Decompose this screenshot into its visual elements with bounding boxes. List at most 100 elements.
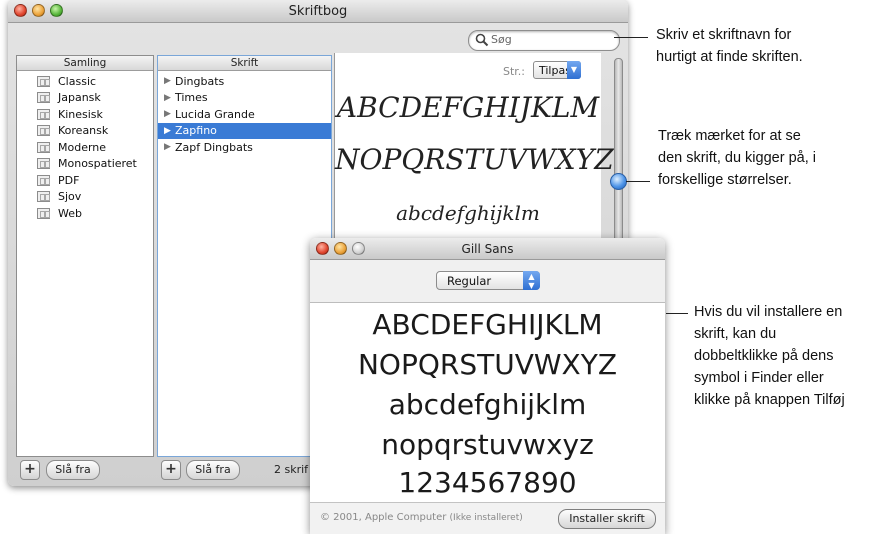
font-label: Zapfino: [175, 124, 217, 138]
preview-line: ABCDEFGHIJKLM: [336, 91, 600, 124]
callout-line: Hvis du vil installere en: [694, 304, 843, 320]
disclosure-triangle-icon[interactable]: ▶: [164, 76, 175, 86]
collection-item[interactable]: Moderne: [17, 139, 153, 156]
collection-item[interactable]: Sjov: [17, 189, 153, 206]
callout-leader-search: [614, 37, 648, 38]
font-list: ▶ Dingbats ▶ Times ▶ Lucida Grande ▶ Zapfino ▶ Za…: [158, 73, 331, 156]
book-icon: [37, 125, 50, 137]
book-icon: [37, 207, 50, 219]
collection-item[interactable]: PDF: [17, 172, 153, 189]
disclosure-triangle-icon[interactable]: ▶: [164, 126, 175, 136]
collection-label: Web: [58, 206, 82, 220]
popup-arrow-icon: ▼: [567, 61, 581, 79]
font-preview-window: Gill Sans Regular ▲ ▼ ABCDEFGHIJKLM NOPQR…: [310, 238, 665, 534]
title-bar[interactable]: Skriftbog: [8, 0, 628, 23]
book-icon: [37, 92, 50, 104]
collection-item[interactable]: Classic: [17, 73, 153, 90]
size-popup[interactable]: Tilpas ▼: [533, 61, 581, 79]
callout-line: symbol i Finder eller: [694, 370, 824, 386]
font-item[interactable]: ▶ Zapf Dingbats: [158, 139, 331, 156]
font-column-header[interactable]: Skrift: [158, 56, 331, 71]
preview-line: abcdefghijklm: [396, 201, 540, 225]
disclosure-triangle-icon[interactable]: ▶: [164, 93, 175, 103]
collection-label: Japansk: [58, 91, 101, 105]
font-item[interactable]: ▶ Times: [158, 90, 331, 107]
collection-label: Kinesisk: [58, 107, 103, 121]
window-title: Skriftbog: [288, 4, 348, 19]
collection-column-header[interactable]: Samling: [17, 56, 153, 71]
search-field[interactable]: Søg: [468, 30, 620, 51]
book-icon: [37, 75, 50, 87]
toolbar: Søg: [8, 23, 628, 53]
disable-font-button[interactable]: Slå fra: [186, 460, 240, 480]
sample-line: nopqrstuvwxyz: [381, 428, 594, 461]
font-pane: Skrift ▶ Dingbats ▶ Times ▶ Lucida Grande ▶ Zap…: [157, 55, 332, 457]
preview-line: NOPQRSTUVWXYZ: [335, 143, 614, 176]
callout-leader-install: [666, 313, 688, 314]
preview-pane: Str.: Tilpas ▼ ABCDEFGHIJKLM NOPQRSTUVWX…: [334, 53, 614, 243]
sample-line: abcdefghijklm: [388, 388, 587, 421]
book-icon: [37, 141, 50, 153]
book-icon: [37, 158, 50, 170]
search-icon: [475, 33, 489, 47]
font-window-footer: © 2001, Apple Computer (Ikke installeret…: [310, 502, 665, 534]
sample-line: ABCDEFGHIJKLM: [372, 308, 603, 341]
disclosure-triangle-icon[interactable]: ▶: [164, 109, 175, 119]
font-item[interactable]: ▶ Dingbats: [158, 73, 331, 90]
style-popup[interactable]: Regular ▲ ▼: [436, 271, 540, 290]
collection-item[interactable]: Koreansk: [17, 123, 153, 140]
style-row: Regular ▲ ▼: [310, 260, 665, 303]
collection-item[interactable]: Web: [17, 205, 153, 222]
install-status: (Ikke installeret): [449, 513, 523, 523]
sample-line: NOPQRSTUVWXYZ: [357, 348, 618, 381]
callout-line: klikke på knappen Tilføj: [694, 392, 845, 408]
add-font-button[interactable]: +: [161, 460, 181, 480]
callout-install: Hvis du vil installere en skrift, kan du…: [694, 301, 845, 411]
callout-line: forskellige størrelser.: [658, 172, 792, 188]
book-icon: [37, 108, 50, 120]
font-item[interactable]: ▶ Lucida Grande: [158, 106, 331, 123]
title-bar[interactable]: Gill Sans: [310, 238, 665, 260]
font-label: Zapf Dingbats: [175, 140, 253, 154]
callout-line: Træk mærket for at se: [658, 128, 801, 144]
callout-line: dobbeltklikke på dens: [694, 348, 834, 364]
search-placeholder: Søg: [491, 33, 512, 46]
disclosure-triangle-icon[interactable]: ▶: [164, 142, 175, 152]
collection-pane: Samling Classic Japansk Kinesisk Koreansk Mo…: [16, 55, 154, 457]
copyright: © 2001, Apple Computer: [320, 512, 447, 523]
install-font-button[interactable]: Installer skrift: [558, 509, 656, 529]
sample-line: 1234567890: [398, 466, 577, 499]
collection-list: Classic Japansk Kinesisk Koreansk Moderne Mon…: [17, 73, 153, 222]
book-icon: [37, 191, 50, 203]
collection-label: Koreansk: [58, 124, 109, 138]
popup-arrows-icon: ▲ ▼: [523, 271, 540, 290]
collection-item[interactable]: Monospatieret: [17, 156, 153, 173]
collection-label: Monospatieret: [58, 157, 137, 171]
size-label: Str.:: [503, 65, 526, 78]
font-label: Lucida Grande: [175, 107, 255, 121]
callout-line: den skrift, du kigger på, i: [658, 150, 816, 166]
size-slider-knob[interactable]: [610, 173, 627, 190]
collection-item[interactable]: Japansk: [17, 90, 153, 107]
callout-slider: Træk mærket for at se den skrift, du kig…: [658, 125, 816, 191]
window-title: Gill Sans: [461, 242, 514, 256]
callout-line: Skriv et skriftnavn for: [656, 27, 792, 43]
collection-item[interactable]: Kinesisk: [17, 106, 153, 123]
copyright-text: © 2001, Apple Computer (Ikke installeret…: [320, 512, 523, 523]
callout-search: Skriv et skriftnavn for hurtigt at finde…: [656, 24, 803, 68]
add-collection-button[interactable]: +: [20, 460, 40, 480]
font-label: Dingbats: [175, 74, 225, 88]
callout-line: skrift, kan du: [694, 326, 777, 342]
font-label: Times: [175, 91, 208, 105]
font-item[interactable]: ▶ Zapfino: [158, 122, 331, 139]
callout-leader-slider: [626, 181, 650, 182]
font-count: 2 skrif: [274, 463, 309, 476]
style-value: Regular: [447, 274, 492, 288]
callout-line: hurtigt at finde skriften.: [656, 49, 803, 65]
collection-label: Classic: [58, 74, 97, 88]
collection-label: PDF: [58, 173, 80, 187]
collection-label: Moderne: [58, 140, 107, 154]
collection-label: Sjov: [58, 190, 82, 204]
disable-collection-button[interactable]: Slå fra: [46, 460, 100, 480]
book-icon: [37, 174, 50, 186]
